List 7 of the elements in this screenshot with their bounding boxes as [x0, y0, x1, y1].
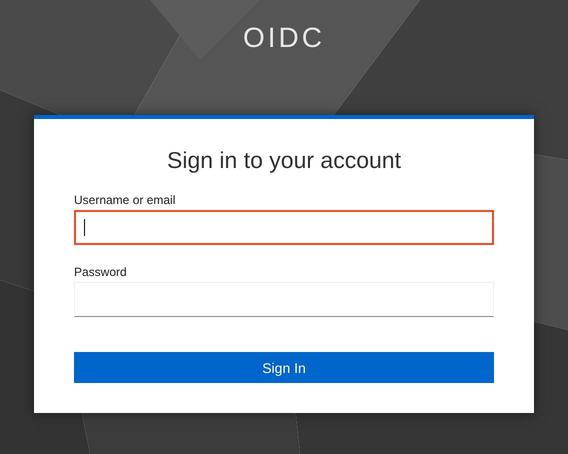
input-field[interactable]	[74, 210, 494, 245]
brand-title: OIDC	[243, 21, 325, 55]
field-label: Username or email	[74, 193, 176, 207]
field-label: Password	[74, 265, 127, 279]
sign-in-button[interactable]: Sign In	[74, 352, 494, 383]
text-cursor	[84, 219, 85, 236]
card-heading: Sign in to your account	[167, 147, 401, 174]
